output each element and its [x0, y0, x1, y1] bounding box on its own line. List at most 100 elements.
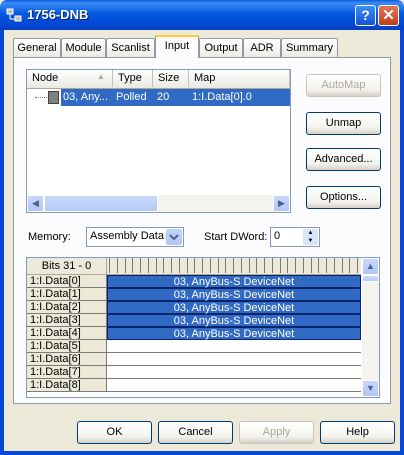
memory-select[interactable]: Assembly Data	[86, 227, 184, 247]
bit-column-divider	[209, 258, 211, 273]
cell-size: 20	[157, 91, 170, 103]
close-button[interactable]: ✕	[378, 5, 399, 26]
tab-module[interactable]: Module	[61, 38, 106, 57]
cell-node: 03, Any...	[63, 91, 109, 103]
tab-scanlist[interactable]: Scanlist	[106, 38, 155, 57]
scanlist-listview[interactable]: Node Type Size Map ▲ 03, Any... Polled 2…	[26, 69, 291, 213]
grid-row-mapping[interactable]	[107, 379, 361, 392]
grid-row-mapping[interactable]: 03, AnyBus-S DeviceNet	[107, 288, 361, 301]
bit-column-divider	[155, 258, 157, 273]
listview-row[interactable]: 03, Any... Polled 20 1:I.Data[0].0	[27, 89, 290, 106]
start-dword-value: 0	[274, 230, 281, 242]
dropdown-arrow[interactable]	[166, 229, 182, 245]
scroll-left-button[interactable]: ◀	[27, 195, 44, 212]
bit-column-divider	[264, 258, 265, 273]
start-dword-spinner[interactable]: 0 ▲ ▼	[270, 227, 320, 247]
start-dword-label: Start DWord:	[204, 231, 268, 243]
bit-column-divider	[310, 258, 312, 273]
bit-column-divider	[202, 258, 203, 273]
apply-button[interactable]: Apply	[239, 421, 314, 444]
bit-column-divider	[171, 258, 172, 273]
bit-column-divider	[233, 258, 234, 273]
window-frame-right	[400, 30, 404, 455]
scroll-up-button[interactable]: ▲	[362, 258, 379, 275]
bits-header: Bits 31 - 0	[27, 258, 107, 274]
cell-map: 1:I.Data[0].0	[192, 91, 252, 103]
grid-row-label[interactable]: 1:I.Data[7]	[27, 366, 107, 379]
memory-label: Memory:	[28, 231, 71, 243]
bit-column-divider	[132, 258, 134, 273]
bit-column-divider	[225, 258, 227, 273]
help-title-button[interactable]: ?	[355, 5, 376, 26]
device-icon	[48, 91, 59, 104]
grid-row-mapping[interactable]: 03, AnyBus-S DeviceNet	[107, 327, 361, 340]
bit-column-divider	[240, 258, 242, 273]
bit-column-divider	[326, 258, 327, 273]
column-header-size[interactable]: Size	[153, 70, 189, 87]
grid-row-mapping[interactable]	[107, 366, 361, 379]
scroll-right-button[interactable]: ▶	[273, 195, 290, 212]
grid-row-mapping[interactable]: 03, AnyBus-S DeviceNet	[107, 301, 361, 314]
bit-column-divider	[147, 258, 149, 273]
spin-down-icon[interactable]: ▼	[303, 237, 318, 245]
scroll-thumb[interactable]	[362, 275, 379, 282]
listview-header: Node Type Size Map ▲	[27, 70, 290, 89]
grid-row-label[interactable]: 1:I.Data[0]	[27, 275, 107, 288]
grid-row-label[interactable]: 1:I.Data[5]	[27, 340, 107, 353]
ok-button[interactable]: OK	[77, 421, 152, 444]
grid-row-label[interactable]: 1:I.Data[3]	[27, 314, 107, 327]
bit-column-divider	[116, 258, 118, 273]
network-icon	[6, 8, 22, 22]
scroll-down-button[interactable]: ▼	[362, 380, 379, 397]
grid-row-mapping[interactable]: 03, AnyBus-S DeviceNet	[107, 314, 361, 327]
title-bar[interactable]: 1756-DNB ? ✕	[0, 0, 404, 30]
bit-map-grid[interactable]: Bits 31 - 0 1:I.Data[0] 03, AnyBus-S Devi…	[26, 257, 380, 398]
unmap-button[interactable]: Unmap	[306, 112, 381, 135]
bit-column-divider	[349, 258, 351, 273]
bit-column-divider	[248, 258, 250, 273]
tab-input[interactable]: Input	[155, 35, 199, 58]
bit-column-divider	[287, 258, 289, 273]
grid-row-label[interactable]: 1:I.Data[4]	[27, 327, 107, 340]
advanced-button[interactable]: Advanced...	[306, 148, 381, 171]
tab-general[interactable]: General	[13, 38, 61, 57]
column-header-map[interactable]: Map	[189, 70, 290, 87]
chevron-down-icon	[169, 234, 179, 241]
grid-row-label[interactable]: 1:I.Data[1]	[27, 288, 107, 301]
vertical-scrollbar[interactable]: ▲ ▼	[362, 258, 379, 397]
sort-arrow-icon: ▲	[97, 72, 105, 81]
grid-header: Bits 31 - 0	[27, 258, 361, 275]
grid-row-mapping[interactable]	[107, 353, 361, 366]
bit-column-divider	[186, 258, 188, 273]
bit-column-divider	[109, 258, 110, 273]
help-button[interactable]: Help	[320, 421, 395, 444]
bit-column-divider	[279, 258, 281, 273]
bit-column-divider	[194, 258, 196, 273]
cell-type: Polled	[116, 91, 147, 103]
grid-row-label[interactable]: 1:I.Data[8]	[27, 379, 107, 392]
horizontal-scrollbar[interactable]: ◀ ▶	[27, 195, 290, 212]
window-frame-bottom	[0, 451, 404, 455]
column-header-type[interactable]: Type	[113, 70, 153, 87]
tab-summary[interactable]: Summary	[281, 38, 338, 57]
automap-button[interactable]: AutoMap	[306, 74, 381, 97]
tab-adr[interactable]: ADR	[243, 38, 281, 57]
options-button[interactable]: Options...	[306, 186, 381, 209]
bit-column-divider	[124, 258, 126, 273]
tree-line	[35, 97, 47, 98]
window-frame-left	[0, 30, 4, 455]
grid-row-label[interactable]: 1:I.Data[6]	[27, 353, 107, 366]
bit-column-divider	[341, 258, 343, 273]
bit-column-divider	[178, 258, 180, 273]
grid-row-label[interactable]: 1:I.Data[2]	[27, 301, 107, 314]
bit-column-divider	[302, 258, 304, 273]
bit-column-divider	[271, 258, 273, 273]
bit-column-divider	[333, 258, 335, 273]
grid-row-mapping[interactable]	[107, 340, 361, 353]
grid-row-mapping[interactable]: 03, AnyBus-S DeviceNet	[107, 275, 361, 288]
spin-up-icon[interactable]: ▲	[303, 229, 318, 237]
tab-output[interactable]: Output	[199, 38, 243, 57]
scroll-thumb[interactable]	[44, 195, 158, 212]
bit-column-divider	[163, 258, 165, 273]
cancel-button[interactable]: Cancel	[158, 421, 233, 444]
